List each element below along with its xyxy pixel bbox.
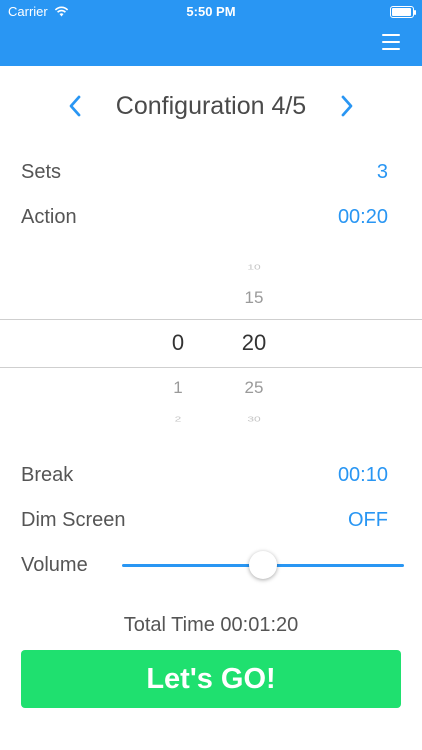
picker-minutes-option[interactable]: 1 bbox=[148, 378, 208, 398]
picker-seconds-option[interactable]: 30 bbox=[224, 415, 284, 423]
volume-slider-thumb[interactable] bbox=[249, 551, 277, 579]
picker-seconds-option[interactable]: 25 bbox=[224, 378, 284, 398]
sets-label: Sets bbox=[21, 160, 62, 183]
dim-screen-value[interactable]: OFF bbox=[348, 509, 388, 532]
battery-icon bbox=[390, 6, 416, 18]
configuration-nav: Configuration 4/5 bbox=[0, 84, 422, 128]
configuration-title: Configuration 4/5 bbox=[115, 91, 307, 120]
volume-row: Volume bbox=[21, 549, 88, 581]
picker-minutes-option[interactable]: 2 bbox=[148, 415, 208, 423]
chevron-right-icon[interactable] bbox=[332, 91, 362, 121]
volume-label: Volume bbox=[21, 553, 88, 576]
status-time: 5:50 PM bbox=[186, 4, 236, 19]
header-bar: Carrier 5:50 PM bbox=[0, 0, 422, 66]
total-time: Total Time 00:01:20 bbox=[123, 614, 299, 636]
break-label: Break bbox=[21, 463, 74, 486]
hamburger-menu-icon[interactable] bbox=[382, 34, 400, 50]
dim-screen-row[interactable]: Dim Screen OFF bbox=[21, 504, 388, 536]
picker-seconds-option[interactable]: 15 bbox=[224, 288, 284, 308]
picker-selection-top-line bbox=[0, 319, 422, 320]
volume-slider[interactable] bbox=[122, 551, 404, 579]
picker-seconds-option[interactable]: 10 bbox=[224, 263, 284, 271]
dim-screen-label: Dim Screen bbox=[21, 508, 126, 531]
picker-selection-bottom-line bbox=[0, 367, 422, 368]
break-value[interactable]: 00:10 bbox=[338, 464, 388, 487]
action-row[interactable]: Action 00:20 bbox=[21, 201, 388, 233]
action-value[interactable]: 00:20 bbox=[338, 206, 388, 229]
sets-value[interactable]: 3 bbox=[377, 161, 388, 184]
lets-go-button[interactable]: Let's GO! bbox=[21, 650, 401, 708]
chevron-left-icon[interactable] bbox=[60, 91, 90, 121]
picker-seconds-selected[interactable]: 20 bbox=[224, 330, 284, 356]
break-row[interactable]: Break 00:10 bbox=[21, 459, 388, 491]
time-picker-wheel[interactable]: 0 1 2 10 15 20 25 30 bbox=[0, 250, 422, 430]
sets-row[interactable]: Sets 3 bbox=[21, 156, 388, 188]
picker-minutes-selected[interactable]: 0 bbox=[148, 330, 208, 356]
action-label: Action bbox=[21, 205, 77, 228]
